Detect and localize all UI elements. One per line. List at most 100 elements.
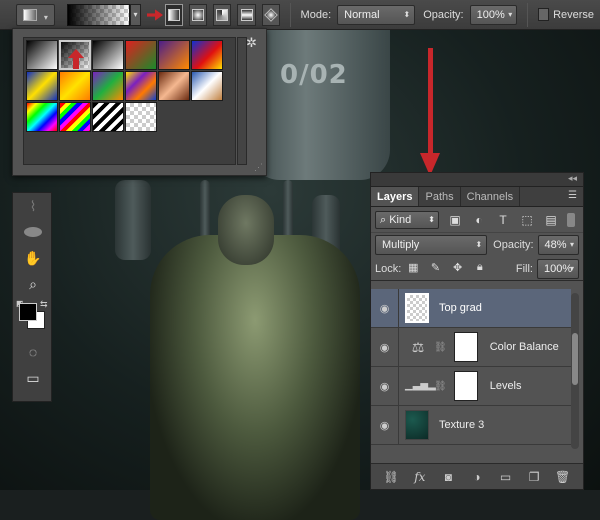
chevron-down-icon: ▾ — [43, 12, 48, 22]
gradient-preset-red-green[interactable] — [125, 40, 157, 70]
eye-icon[interactable]: ◉ — [371, 327, 399, 367]
gradient-preset-violet-green-orange[interactable] — [92, 71, 124, 101]
stepper-icon: ⬍ — [428, 214, 435, 224]
eye-icon[interactable]: ◉ — [371, 288, 399, 328]
gradient-preset-black-white[interactable] — [92, 40, 124, 70]
gradient-preset-yellow-violet-orange-blue[interactable] — [125, 71, 157, 101]
fx-icon[interactable]: fx — [411, 470, 429, 484]
gradient-tool-icon — [23, 8, 37, 21]
lock-position-icon[interactable]: ✥ — [450, 261, 466, 277]
trash-icon[interactable]: 🗑︎ — [554, 470, 572, 484]
resize-grip-icon[interactable]: ⋰ — [254, 162, 263, 173]
gradient-preset-transparent[interactable] — [125, 102, 157, 132]
reflected-gradient-icon — [240, 8, 253, 21]
panel-menu-icon[interactable]: ☰ — [568, 190, 577, 201]
levels-histogram-icon: ▁▃▅▂ — [405, 380, 436, 391]
opacity-field[interactable]: 100% ▾ — [469, 4, 518, 25]
layer-opacity-field[interactable]: 48% ▾ — [537, 235, 579, 255]
collapse-icon[interactable]: ◂◂ — [568, 173, 577, 184]
quick-mask-icon[interactable]: ◌ — [13, 339, 53, 365]
new-layer-icon[interactable]: ❐ — [525, 470, 543, 484]
annotation-arrow-down-icon — [420, 48, 440, 176]
gradient-picker-toggle[interactable]: ▾ — [129, 3, 142, 26]
mask-icon[interactable]: ◙ — [439, 470, 457, 484]
gradient-preset-copper[interactable] — [158, 71, 190, 101]
lock-pixels-icon[interactable]: ✎ — [427, 261, 443, 277]
opacity-value: 100% — [476, 8, 505, 21]
layer-row-texture-3[interactable]: ◉ Texture 3 — [371, 405, 571, 445]
canvas-cable — [200, 180, 210, 240]
gradient-preset-blue-red-yellow[interactable] — [191, 40, 223, 70]
layer-filter-row: ⌕ Kind ⬍ ▣ ◐ T ⬚ ▤ — [371, 207, 583, 233]
ellipse-tool-icon[interactable] — [13, 219, 53, 245]
layer-name: Texture 3 — [439, 419, 485, 431]
mode-label: Mode: — [300, 8, 332, 21]
tab-paths[interactable]: Paths — [419, 187, 461, 206]
zoom-tool-icon[interactable]: ⌕ — [13, 271, 53, 297]
type-filter-icon[interactable]: T — [495, 212, 511, 228]
options-bar: ▾ ▾ Mode: Normal ⬍ Opacity: 100% ▾ Rever… — [0, 0, 600, 30]
eye-icon[interactable]: ◉ — [371, 405, 399, 445]
radial-gradient-button[interactable] — [189, 3, 208, 26]
shape-filter-icon[interactable]: ⬚ — [519, 212, 535, 228]
fill-field[interactable]: 100% ▾ — [536, 258, 579, 279]
canvas-cable — [283, 180, 293, 240]
gradient-preset-violet-orange[interactable] — [158, 40, 190, 70]
smudge-tool-icon[interactable]: ⌇ — [13, 193, 53, 219]
layer-thumbnail — [405, 410, 429, 440]
mode-value: Normal — [344, 8, 380, 21]
gradient-preset-grid — [23, 37, 236, 165]
filter-kind-select[interactable]: ⌕ Kind ⬍ — [375, 210, 439, 229]
gradient-editor-swatch[interactable] — [66, 3, 130, 26]
tools-panel: ⌇ ✋ ⌕ ◩ ⇆ ◌ ▭ — [12, 192, 52, 402]
color-swatches: ◩ ⇆ — [13, 297, 53, 339]
smart-object-filter-icon[interactable]: ▤ — [543, 212, 559, 228]
linear-gradient-button[interactable] — [165, 3, 184, 26]
tab-layers[interactable]: Layers — [371, 187, 420, 206]
mode-select[interactable]: Normal ⬍ — [337, 4, 416, 25]
chevron-down-icon: ▾ — [508, 9, 513, 19]
link-icon[interactable]: ⛓ — [434, 342, 447, 353]
tab-channels[interactable]: Channels — [461, 187, 521, 206]
hand-tool-icon[interactable]: ✋ — [13, 245, 53, 271]
panel-header: ◂◂ — [371, 173, 583, 187]
reflected-gradient-button[interactable] — [237, 3, 256, 26]
layer-row-top-grad[interactable]: ◉ Top grad — [371, 288, 571, 328]
gradient-preset-chrome[interactable] — [191, 71, 223, 101]
gradient-preset-foreground-to-background[interactable] — [26, 40, 58, 70]
gradient-preset-spectrum[interactable] — [26, 102, 58, 132]
adjustment-icon[interactable]: ◑ — [468, 470, 486, 484]
lock-all-icon[interactable]: 🔒︎ — [472, 261, 488, 277]
tool-preset-picker[interactable]: ▾ — [16, 3, 55, 26]
scroll-thumb[interactable] — [572, 333, 578, 385]
gradient-preset-transparent-rainbow[interactable] — [59, 102, 91, 132]
gear-icon[interactable]: ✲ — [246, 35, 257, 51]
gradient-preset-orange-yellow-orange[interactable] — [59, 71, 91, 101]
reverse-checkbox[interactable] — [538, 8, 550, 21]
screen-mode-icon[interactable]: ▭ — [13, 365, 53, 391]
balance-scale-icon: ⚖ — [411, 339, 425, 355]
adjustment-filter-icon[interactable]: ◐ — [471, 212, 487, 228]
canvas-robot-body — [150, 235, 360, 520]
angle-gradient-button[interactable] — [213, 3, 232, 26]
gradient-preset-transparent-stripes[interactable] — [92, 102, 124, 132]
reverse-label: Reverse — [553, 8, 595, 21]
picker-scrollbar[interactable] — [237, 37, 247, 165]
folder-icon[interactable]: ▭ — [497, 470, 515, 484]
diamond-gradient-button[interactable] — [261, 3, 280, 26]
blend-mode-select[interactable]: Multiply ⬍ — [375, 235, 488, 255]
layer-row-color-balance[interactable]: ◉ ⚖ ⛓ Color Balance — [371, 327, 571, 367]
layer-row-levels[interactable]: ◉ ▁▃▅▂ ⛓ Levels — [371, 366, 571, 406]
gradient-preset-blue-yellow-blue[interactable] — [26, 71, 58, 101]
gradient-preset-foreground-to-transparent[interactable] — [59, 40, 91, 70]
link-icon[interactable]: ⛓ — [434, 381, 447, 392]
link-icon[interactable]: ⛓ — [382, 470, 400, 484]
swap-colors-icon[interactable]: ⇆ — [40, 299, 48, 310]
lock-transparent-icon[interactable]: ▦ — [405, 261, 421, 277]
pixel-filter-icon[interactable]: ▣ — [447, 212, 463, 228]
eye-icon[interactable]: ◉ — [371, 366, 399, 406]
foreground-color-swatch[interactable] — [19, 303, 37, 321]
filter-toggle[interactable] — [567, 212, 575, 227]
filter-kind-value: Kind — [389, 213, 412, 226]
layers-scrollbar[interactable] — [571, 293, 579, 449]
